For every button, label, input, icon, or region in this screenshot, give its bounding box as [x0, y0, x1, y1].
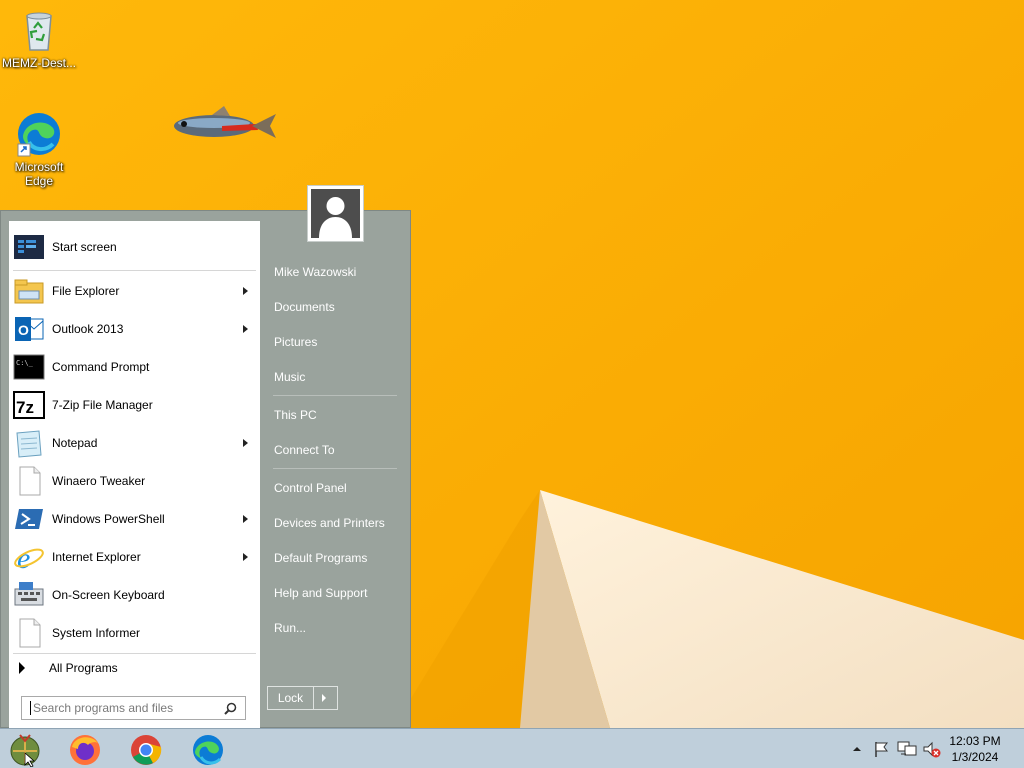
program-label: Command Prompt	[52, 360, 150, 374]
link-control-panel[interactable]: Control Panel	[274, 481, 347, 495]
program-label: File Explorer	[52, 284, 120, 298]
blank-document-icon	[13, 465, 45, 497]
svg-text:7z: 7z	[16, 398, 34, 417]
program-label: Outlook 2013	[52, 322, 124, 336]
desktop-icon-label: Microsoft Edge	[14, 160, 64, 188]
program-command-prompt[interactable]: C:\_ Command Prompt	[9, 349, 260, 385]
program-winaero-tweaker[interactable]: Winaero Tweaker	[9, 463, 260, 499]
program-on-screen-keyboard[interactable]: On-Screen Keyboard	[9, 577, 260, 613]
powershell-icon	[13, 503, 45, 535]
taskbar-firefox[interactable]	[68, 733, 102, 767]
taskbar-clock[interactable]: 12:03 PM 1/3/2024	[945, 733, 1005, 765]
program-outlook[interactable]: O Outlook 2013	[9, 311, 260, 347]
search-icon[interactable]	[224, 702, 237, 715]
internet-explorer-icon: e	[13, 541, 45, 575]
all-programs-label: All Programs	[49, 661, 118, 675]
svg-text:O: O	[18, 322, 29, 338]
link-user-folder[interactable]: Mike Wazowski	[274, 265, 356, 279]
firefox-icon	[70, 735, 100, 765]
program-label: Start screen	[52, 240, 117, 254]
7zip-icon: 7z	[13, 389, 45, 421]
taskbar: 12:03 PM 1/3/2024	[0, 728, 1024, 768]
link-help-and-support[interactable]: Help and Support	[274, 586, 367, 600]
submenu-arrow-icon	[243, 553, 248, 561]
lock-button[interactable]: Lock	[268, 687, 314, 709]
program-start-screen[interactable]: Start screen	[9, 229, 260, 265]
program-notepad[interactable]: Notepad	[9, 425, 260, 461]
link-connect-to[interactable]: Connect To	[274, 443, 335, 457]
link-music[interactable]: Music	[274, 370, 305, 384]
program-label: Windows PowerShell	[52, 512, 165, 526]
submenu-arrow-icon	[243, 515, 248, 523]
chrome-icon	[131, 735, 162, 765]
submenu-arrow-icon	[243, 439, 248, 447]
outlook-icon: O	[13, 313, 45, 345]
taskbar-edge[interactable]	[191, 733, 225, 767]
program-label: Winaero Tweaker	[52, 474, 146, 488]
volume-muted-icon[interactable]	[922, 739, 942, 759]
text-caret	[30, 701, 31, 715]
link-pictures[interactable]: Pictures	[274, 335, 317, 349]
expand-arrow-icon	[19, 662, 25, 674]
program-internet-explorer[interactable]: e Internet Explorer	[9, 539, 260, 575]
search-input[interactable]: Search programs and files	[21, 696, 246, 720]
power-options-arrow[interactable]	[314, 687, 337, 709]
blank-document-icon	[13, 617, 45, 649]
lock-button-group: Lock	[267, 686, 338, 710]
recycle-bin-icon	[15, 6, 63, 54]
action-center-flag-icon[interactable]	[872, 739, 892, 759]
divider	[273, 395, 397, 396]
program-label: Internet Explorer	[52, 550, 141, 564]
network-icon[interactable]	[896, 739, 918, 759]
start-menu: Start screen File Explorer O Outlook 201…	[0, 210, 411, 729]
edge-icon	[15, 110, 63, 158]
file-explorer-icon	[13, 275, 45, 307]
program-label: Notepad	[52, 436, 98, 450]
lock-label: Lock	[277, 691, 304, 705]
link-this-pc[interactable]: This PC	[274, 408, 317, 422]
notepad-icon	[13, 427, 45, 459]
fish-desktop-pet	[172, 104, 278, 153]
link-default-programs[interactable]: Default Programs	[274, 551, 367, 565]
taskbar-chrome[interactable]	[129, 733, 163, 767]
all-programs-button[interactable]: All Programs	[9, 651, 260, 685]
desktop-icon-label: MEMZ-Dest...	[2, 56, 76, 70]
keyboard-icon	[13, 579, 45, 611]
start-orb-button[interactable]	[8, 733, 42, 768]
link-run[interactable]: Run...	[274, 621, 306, 635]
system-tray	[850, 729, 942, 768]
svg-text:C:\_: C:\_	[16, 359, 34, 367]
user-silhouette-icon	[311, 189, 360, 238]
start-orb-icon	[10, 734, 40, 768]
edge-icon	[193, 735, 223, 765]
link-documents[interactable]: Documents	[274, 300, 335, 314]
clock-date: 1/3/2024	[951, 750, 999, 764]
submenu-arrow-icon	[243, 325, 248, 333]
divider	[13, 270, 256, 271]
command-prompt-icon: C:\_	[13, 351, 45, 383]
program-file-explorer[interactable]: File Explorer	[9, 273, 260, 309]
search-placeholder: Search programs and files	[33, 701, 174, 715]
desktop-icon-edge[interactable]: Microsoft Edge	[0, 110, 78, 188]
clock-time: 12:03 PM	[949, 734, 1001, 748]
desktop-icon-recycle-bin[interactable]: MEMZ-Dest...	[0, 6, 78, 70]
submenu-arrow-icon	[243, 287, 248, 295]
start-menu-programs-pane: Start screen File Explorer O Outlook 201…	[9, 221, 260, 729]
program-label: System Informer	[52, 626, 141, 640]
start-screen-icon	[13, 231, 45, 263]
link-devices-and-printers[interactable]: Devices and Printers	[274, 516, 385, 530]
program-powershell[interactable]: Windows PowerShell	[9, 501, 260, 537]
program-system-informer[interactable]: System Informer	[9, 615, 260, 651]
program-7zip[interactable]: 7z 7-Zip File Manager	[9, 387, 260, 423]
user-avatar[interactable]	[307, 185, 364, 242]
program-label: On-Screen Keyboard	[52, 588, 165, 602]
divider	[273, 468, 397, 469]
program-label: 7-Zip File Manager	[52, 398, 153, 412]
show-hidden-icons-arrow[interactable]	[850, 742, 864, 756]
